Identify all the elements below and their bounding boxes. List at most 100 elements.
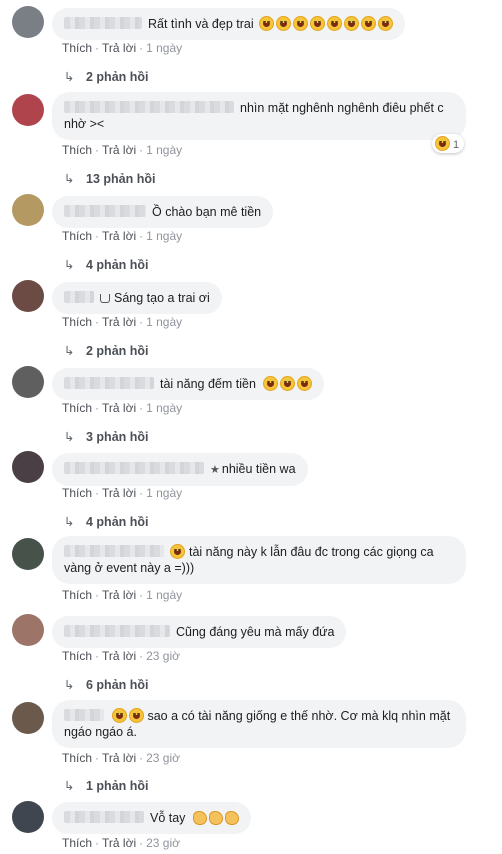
reply-arrow-icon: ↳ [64,678,75,692]
timestamp[interactable]: 1 ngày [146,41,182,55]
view-replies-link[interactable]: ↳ 4 phản hồi [64,257,149,272]
comment-text: Rất tình và đẹp trai [148,17,254,31]
timestamp[interactable]: 1 ngày [146,229,182,243]
comment-text: Sáng tạo a trai ơi [114,291,210,305]
laughing-tears-icon [257,16,394,31]
reply-link[interactable]: Trả lời [102,41,136,55]
comment-text: nhiều tiền wa [221,462,296,476]
comment-meta: Thích · Trả lời · 23 giờ [62,649,180,663]
like-link[interactable]: Thích [62,836,92,850]
avatar[interactable] [12,614,44,646]
avatar[interactable] [12,451,44,483]
view-replies-link[interactable]: ↳ 13 phản hồi [64,171,155,186]
reply-link[interactable]: Trả lời [102,229,136,243]
blurred-username[interactable] [64,462,204,474]
like-link[interactable]: Thích [62,649,92,663]
timestamp[interactable]: 23 giờ [146,649,180,663]
comment-meta: Thích · Trả lời · 1 ngày [62,41,183,55]
reply-link[interactable]: Trả lời [102,751,136,765]
comment-meta: Thích · Trả lời · 1 ngày [62,315,183,329]
comment-bubble: Sáng tạo a trai ơi [52,282,222,314]
reply-link[interactable]: Trả lời [102,836,136,850]
comment-text: Cũng đáng yêu mà mấy đứa [176,625,335,639]
like-link[interactable]: Thích [62,751,92,765]
reaction-count[interactable]: 1 [432,134,465,153]
comment-text: tài năng đếm tiền [160,377,256,391]
blurred-username[interactable] [64,205,146,217]
coffee-icon [100,294,110,303]
reply-arrow-icon: ↳ [64,515,75,529]
blurred-username[interactable] [64,625,170,637]
comment-bubble: sao a có tài năng giống e thế nhờ. Cơ mà… [52,700,466,748]
comment-meta: Thích · Trả lời · 1 ngày [62,401,183,415]
comment-meta: Thích · Trả lời · 23 giờ [62,751,180,765]
blurred-username[interactable] [64,377,154,389]
comment-bubble: Cũng đáng yêu mà mấy đứa [52,616,347,648]
view-replies-link[interactable]: ↳ 2 phản hồi [64,69,149,84]
view-replies-link[interactable]: ↳ 3 phản hồi [64,429,149,444]
blurred-username[interactable] [64,101,234,113]
view-replies-link[interactable]: ↳ 1 phản hồi [64,778,149,793]
avatar[interactable] [12,366,44,398]
reply-arrow-icon: ↳ [64,779,75,793]
timestamp[interactable]: 1 ngày [146,588,182,602]
comment-meta: Thích · Trả lời · 1 ngày [62,486,183,500]
reply-arrow-icon: ↳ [64,70,75,84]
avatar[interactable] [12,801,44,833]
comment-meta: Thích · Trả lời · 23 giờ [62,836,180,850]
avatar[interactable] [12,6,44,38]
reply-link[interactable]: Trả lời [102,315,136,329]
comment-bubble: Vỗ tay [52,802,251,834]
reply-link[interactable]: Trả lời [102,401,136,415]
like-link[interactable]: Thích [62,588,92,602]
like-link[interactable]: Thích [62,401,92,415]
timestamp[interactable]: 23 giờ [146,751,180,765]
comment-bubble: nhìn mặt nghênh nghênh điêu phết c nhờ >… [52,92,466,140]
laughing-tears-icon [170,544,185,559]
star-icon: ★ [210,464,220,476]
comment-text: Ồ chào bạn mê tiền [152,205,262,219]
reply-link[interactable]: Trả lời [102,143,136,157]
reply-link[interactable]: Trả lời [102,588,136,602]
reply-link[interactable]: Trả lời [102,649,136,663]
like-link[interactable]: Thích [62,229,92,243]
comment-meta: Thích · Trả lời · 1 ngày [62,229,183,243]
comment-meta: Thích · Trả lời · 1 ngày [62,588,183,602]
blurred-username[interactable] [64,545,164,557]
grinning-icon [110,708,144,723]
view-replies-link[interactable]: ↳ 6 phản hồi [64,677,149,692]
comment-bubble: tài năng đếm tiền [52,368,325,400]
avatar[interactable] [12,94,44,126]
timestamp[interactable]: 1 ngày [146,401,182,415]
blurred-username[interactable] [64,291,94,303]
avatar[interactable] [12,702,44,734]
avatar[interactable] [12,538,44,570]
comment-bubble: Rất tình và đẹp trai [52,8,406,40]
comment-bubble: tài năng này k lẫn đâu đc trong các giọn… [52,536,466,584]
reply-link[interactable]: Trả lời [102,486,136,500]
comment-bubble: ★ nhiều tiền wa [52,453,308,486]
timestamp[interactable]: 1 ngày [146,143,182,157]
blurred-username[interactable] [64,17,142,29]
like-link[interactable]: Thích [62,143,92,157]
timestamp[interactable]: 1 ngày [146,486,182,500]
grinning-icon [259,376,313,391]
comment-meta: Thích · Trả lời · 1 ngày [62,143,183,157]
like-link[interactable]: Thích [62,315,92,329]
clapping-hands-icon [189,811,239,825]
blurred-username[interactable] [64,811,144,823]
blurred-username[interactable] [64,709,104,721]
timestamp[interactable]: 23 giờ [146,836,180,850]
reply-arrow-icon: ↳ [64,344,75,358]
view-replies-link[interactable]: ↳ 2 phản hồi [64,343,149,358]
reply-arrow-icon: ↳ [64,258,75,272]
like-link[interactable]: Thích [62,486,92,500]
reply-arrow-icon: ↳ [64,430,75,444]
avatar[interactable] [12,280,44,312]
timestamp[interactable]: 1 ngày [146,315,182,329]
like-link[interactable]: Thích [62,41,92,55]
view-replies-link[interactable]: ↳ 4 phản hồi [64,514,149,529]
comment-bubble: Ồ chào bạn mê tiền [52,196,274,228]
avatar[interactable] [12,194,44,226]
comment-text: Vỗ tay [150,811,186,825]
